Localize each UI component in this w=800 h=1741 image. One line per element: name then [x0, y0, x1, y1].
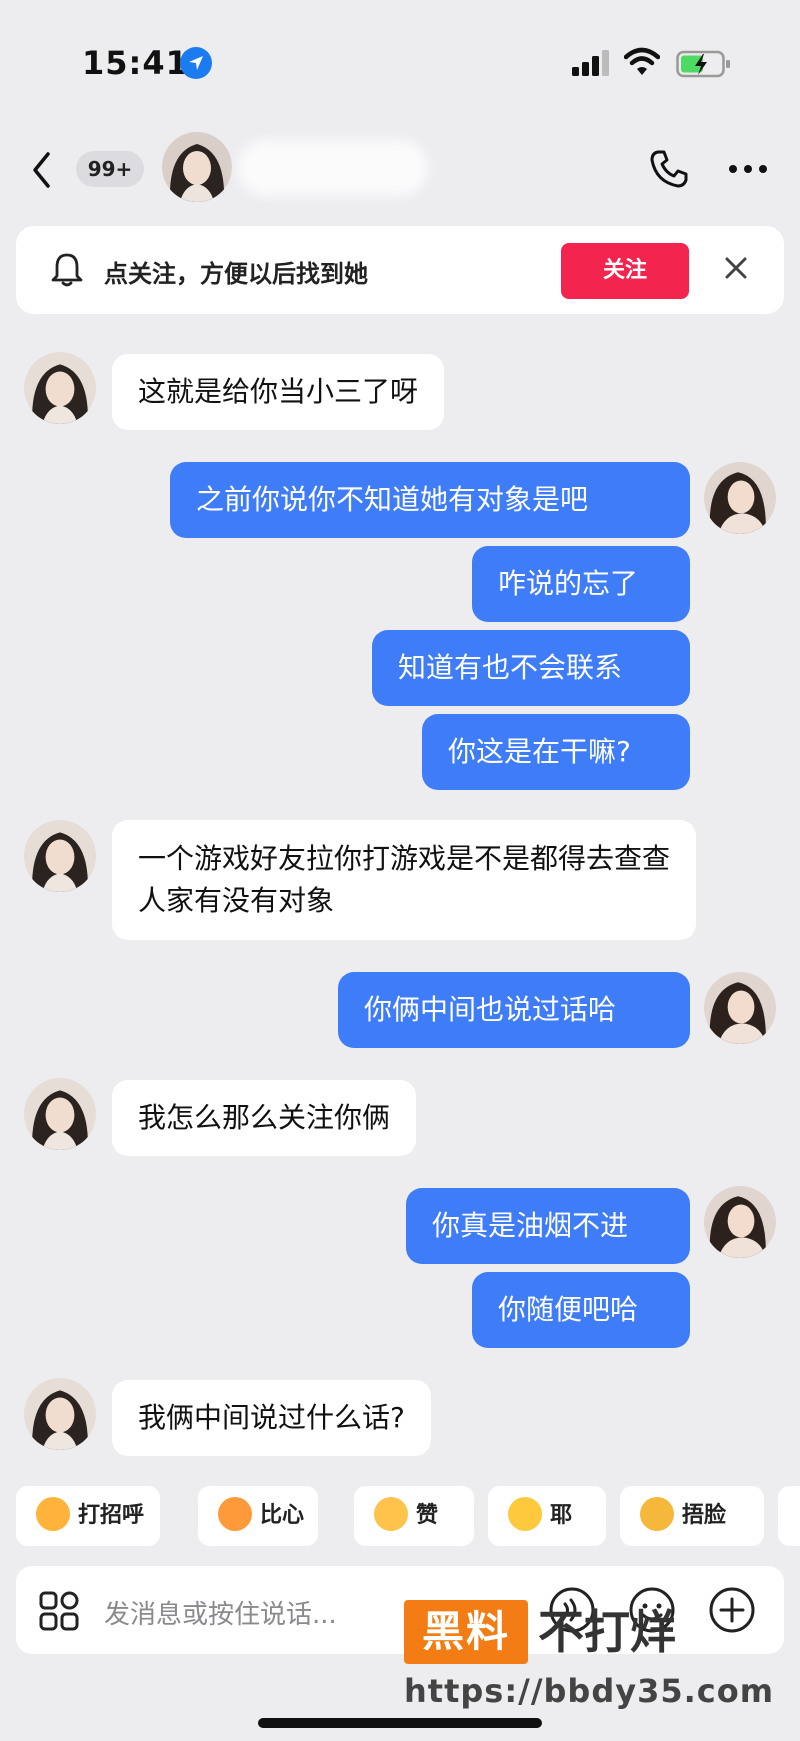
- unread-badge: 99+: [76, 151, 144, 187]
- message-bubble-outgoing[interactable]: 你真是油烟不进: [406, 1188, 690, 1264]
- message-bubble-outgoing[interactable]: 你这是在干嘛?: [422, 714, 690, 790]
- contact-avatar[interactable]: [24, 1378, 96, 1450]
- message-bubble-incoming[interactable]: 我怎么那么关注你俩: [112, 1080, 417, 1156]
- quick-reply-label: 耶: [550, 1503, 573, 1528]
- quick-reply-more[interactable]: [778, 1486, 800, 1546]
- my-avatar[interactable]: [704, 1186, 776, 1258]
- message-bubble-outgoing[interactable]: 知道有也不会联系: [372, 630, 690, 706]
- message-bubble-outgoing[interactable]: 之前你说你不知道她有对象是吧: [170, 462, 690, 538]
- watermark-badge: 黑料: [404, 1600, 528, 1664]
- thumbs-up-emoji-icon: [374, 1497, 408, 1531]
- battery-charging-icon: [676, 50, 730, 78]
- home-indicator: [258, 1718, 542, 1728]
- follow-button[interactable]: 关注: [561, 243, 689, 299]
- quick-reply-label: 打招呼: [78, 1503, 145, 1528]
- watermark-text: 不打烊: [538, 1605, 676, 1659]
- quick-reply-yeah[interactable]: 耶: [488, 1486, 606, 1546]
- my-avatar[interactable]: [704, 972, 776, 1044]
- smile-emoji-icon: [36, 1497, 70, 1531]
- message-bubble-outgoing[interactable]: 咋说的忘了: [472, 546, 690, 622]
- follow-prompt-text: 点关注，方便以后找到她: [104, 260, 368, 288]
- more-options-icon[interactable]: [728, 164, 768, 174]
- wifi-icon: [624, 47, 660, 75]
- quick-reply-greet[interactable]: 打招呼: [16, 1486, 160, 1546]
- quick-reply-like[interactable]: 赞: [354, 1486, 474, 1546]
- quick-reply-label: 比心: [260, 1503, 305, 1528]
- yeah-emoji-icon: [508, 1497, 542, 1531]
- message-input[interactable]: 发消息或按住说话...: [104, 1594, 337, 1631]
- quick-reply-label: 捂脸: [682, 1503, 727, 1528]
- contact-avatar[interactable]: [24, 820, 96, 892]
- cellular-signal-icon: [572, 50, 609, 76]
- watermark-url: https://bbdy35.com: [404, 1672, 775, 1710]
- status-time: 15:41: [82, 44, 189, 82]
- contact-avatar[interactable]: [162, 132, 232, 202]
- close-icon[interactable]: [722, 254, 750, 282]
- message-bubble-outgoing[interactable]: 你俩中间也说过话哈: [338, 972, 690, 1048]
- message-bubble-incoming[interactable]: 我俩中间说过什么话?: [112, 1380, 431, 1456]
- apps-grid-icon[interactable]: [38, 1590, 80, 1632]
- chat-header: 99+: [0, 130, 800, 210]
- quick-reply-facepalm[interactable]: 捂脸: [620, 1486, 764, 1546]
- follow-banner: 点关注，方便以后找到她 关注: [16, 226, 784, 314]
- quick-reply-heart[interactable]: 比心: [198, 1486, 318, 1546]
- add-plus-icon[interactable]: [708, 1586, 756, 1634]
- phone-call-icon[interactable]: [648, 148, 690, 190]
- quick-reply-label: 赞: [416, 1503, 439, 1528]
- message-bubble-incoming[interactable]: 这就是给你当小三了呀: [112, 354, 445, 430]
- contact-avatar[interactable]: [24, 352, 96, 424]
- location-icon: [180, 47, 212, 79]
- message-bubble-outgoing[interactable]: 你随便吧哈: [472, 1272, 690, 1348]
- bell-icon: [51, 253, 83, 287]
- status-bar: 15:41: [0, 0, 800, 130]
- my-avatar[interactable]: [704, 462, 776, 534]
- contact-name-redacted: [238, 140, 428, 196]
- message-bubble-incoming[interactable]: 一个游戏好友拉你打游戏是不是都得去查查人家有没有对象: [112, 820, 696, 940]
- back-chevron-icon[interactable]: [30, 150, 54, 190]
- heart-hands-emoji-icon: [218, 1497, 252, 1531]
- facepalm-emoji-icon: [640, 1497, 674, 1531]
- contact-avatar[interactable]: [24, 1078, 96, 1150]
